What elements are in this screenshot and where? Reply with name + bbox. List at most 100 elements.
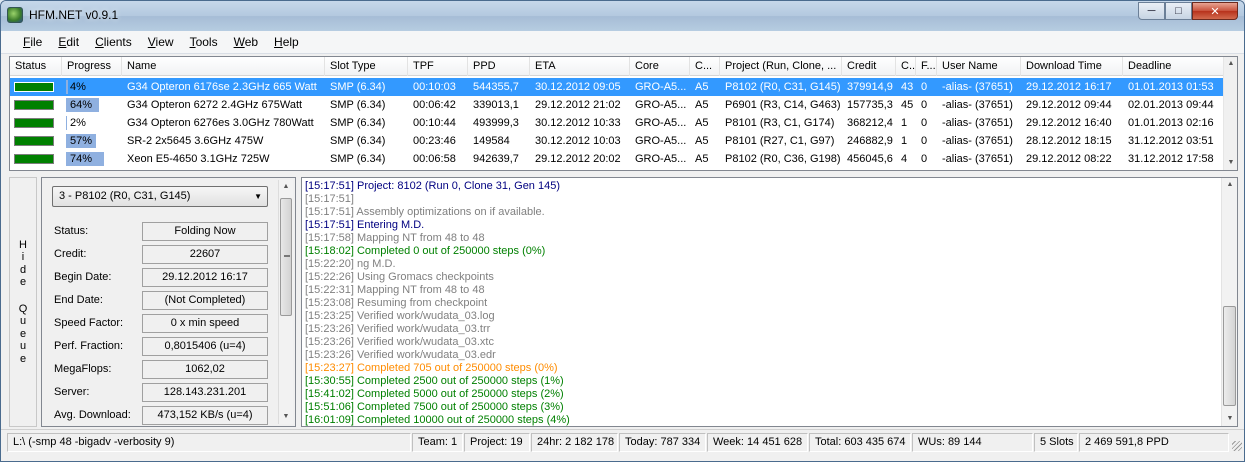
scroll-down-icon[interactable]: ▼ [1224, 156, 1237, 170]
column-header-7[interactable]: Core [630, 57, 690, 76]
status-today: Today: 787 334 [619, 433, 706, 452]
column-header-15[interactable]: Deadline [1123, 57, 1225, 76]
menu-bar: File Edit Clients View Tools Web Help [1, 31, 1244, 54]
cell-c: A5 [695, 81, 709, 93]
cell-core: GRO-A5... [635, 135, 687, 147]
progress-fill [66, 80, 68, 94]
queue-field-value: (Not Completed) [142, 291, 268, 310]
slots-grid: Status Progress Name Slot Type TPF PPD ETA Core… [9, 56, 1238, 171]
cell-user: -alias- (37651) [942, 153, 1013, 165]
column-header-0[interactable]: Status [10, 57, 62, 76]
log-line: [15:22:20] ng M.D. [305, 258, 396, 270]
menu-file[interactable]: File [15, 31, 50, 53]
window-title: HFM.NET v0.9.1 [29, 8, 119, 22]
cell-progress: 4% [62, 78, 122, 96]
scroll-down-icon[interactable]: ▼ [279, 410, 293, 424]
queue-field-value: 473,152 KB/s (u=4) [142, 406, 268, 425]
log-line: [15:17:51] Project: 8102 (Run 0, Clone 3… [305, 180, 560, 192]
column-header-4[interactable]: TPF [408, 57, 468, 76]
table-row[interactable]: 64% G34 Opteron 6272 2.4GHz 675Watt SMP (6… [10, 96, 1225, 114]
column-header-13[interactable]: User Name [937, 57, 1021, 76]
menu-view[interactable]: View [140, 31, 182, 53]
queue-scrollbar[interactable]: ▲ ▼ [278, 180, 293, 424]
column-header-14[interactable]: Download Time [1021, 57, 1123, 76]
table-row[interactable]: 4% G34 Opteron 6176se 2.3GHz 665 Watt SMP … [10, 78, 1225, 96]
column-header-12[interactable]: F... [916, 57, 937, 76]
queue-field-label: Begin Date: [54, 271, 112, 283]
column-header-1[interactable]: Progress [62, 57, 122, 76]
menu-tools[interactable]: Tools [182, 31, 226, 53]
scroll-up-icon[interactable]: ▲ [279, 180, 293, 194]
table-row[interactable]: 74% Xeon E5-4650 3.1GHz 725W SMP (6.34) 00:… [10, 150, 1225, 168]
cell-name: SR-2 2x5645 3.6GHz 475W [127, 135, 264, 147]
cell-credit: 379914,9 [847, 81, 893, 93]
queue-field: Avg. Download: 473,152 KB/s (u=4) [54, 406, 272, 425]
cell-f: 0 [921, 81, 928, 93]
column-header-8[interactable]: C... [690, 57, 720, 76]
cell-f: 0 [921, 135, 928, 147]
hide-queue-letter: e [19, 327, 27, 340]
scroll-up-icon[interactable]: ▲ [1223, 178, 1237, 192]
progress-text: 74% [70, 153, 93, 165]
app-window: HFM.NET v0.9.1 ─ □ ✕ File Edit Clients View… [0, 0, 1245, 462]
log-line: [15:23:26] Verified work/wudata_03.edr [305, 349, 496, 361]
scroll-down-icon[interactable]: ▼ [1223, 412, 1237, 426]
hide-queue-button[interactable]: HideQueue [9, 177, 37, 427]
scroll-thumb[interactable] [1223, 306, 1236, 406]
cell-status [10, 114, 62, 132]
cell-eta: 30.12.2012 09:05 [535, 81, 621, 93]
cell-status [10, 132, 62, 150]
table-row[interactable]: 57% SR-2 2x5645 3.6GHz 475W SMP (6.34) 00:2… [10, 132, 1225, 150]
scroll-up-icon[interactable]: ▲ [1224, 57, 1237, 71]
status-wus: WUs: 89 144 [912, 433, 1033, 452]
grid-scrollbar[interactable]: ▲ ▼ [1223, 57, 1237, 170]
cell-c2: 1 [901, 135, 908, 147]
menu-edit[interactable]: Edit [50, 31, 87, 53]
cell-name: G34 Opteron 6276es 3.0GHz 780Watt [127, 117, 314, 129]
log-viewer[interactable]: [15:17:51] Project: 8102 (Run 0, Clone 3… [301, 177, 1238, 427]
cell-progress: 64% [62, 96, 122, 114]
menu-help[interactable]: Help [266, 31, 307, 53]
resize-grip-icon[interactable] [1232, 441, 1242, 451]
column-header-11[interactable]: C... [896, 57, 916, 76]
window-controls: ─ □ ✕ [1138, 2, 1238, 20]
cell-tpf: 00:06:58 [413, 153, 456, 165]
queue-select[interactable]: 3 - P8102 (R0, C31, G145) ▼ [52, 186, 268, 207]
queue-select-value: 3 - P8102 (R0, C31, G145) [59, 190, 191, 202]
title-bar[interactable]: HFM.NET v0.9.1 ─ □ ✕ [1, 1, 1244, 31]
cell-c: A5 [695, 117, 709, 129]
menu-web[interactable]: Web [226, 31, 266, 53]
menu-clients[interactable]: Clients [87, 31, 140, 53]
cell-tpf: 00:23:46 [413, 135, 456, 147]
maximize-icon[interactable]: □ [1165, 2, 1192, 20]
cell-tpf: 00:10:44 [413, 117, 456, 129]
progress-bar: 74% [66, 152, 118, 166]
cell-eta: 30.12.2012 10:03 [535, 135, 621, 147]
queue-field: Status: Folding Now [54, 222, 272, 241]
log-scrollbar[interactable]: ▲ ▼ [1221, 178, 1237, 426]
cell-eta: 29.12.2012 20:02 [535, 153, 621, 165]
column-header-5[interactable]: PPD [468, 57, 530, 76]
table-row[interactable]: 2% G34 Opteron 6276es 3.0GHz 780Watt SMP (… [10, 114, 1225, 132]
log-line: [16:01:09] Completed 10000 out of 250000… [305, 414, 570, 426]
queue-field-label: Credit: [54, 248, 87, 260]
queue-field-value: 22607 [142, 245, 268, 264]
cell-credit: 246882,9 [847, 135, 893, 147]
cell-ppd: 544355,7 [473, 81, 519, 93]
column-header-6[interactable]: ETA [530, 57, 630, 76]
scroll-thumb[interactable] [280, 198, 292, 316]
cell-name: Xeon E5-4650 3.1GHz 725W [127, 153, 270, 165]
close-icon[interactable]: ✕ [1192, 2, 1238, 20]
cell-download: 29.12.2012 08:22 [1026, 153, 1112, 165]
log-line: [15:17:51] Entering M.D. [305, 219, 425, 231]
column-header-10[interactable]: Credit [842, 57, 896, 76]
status-ppd: 2 469 591,8 PPD [1079, 433, 1229, 452]
minimize-icon[interactable]: ─ [1138, 2, 1165, 20]
column-header-9[interactable]: Project (Run, Clone, ... [720, 57, 842, 76]
column-header-2[interactable]: Name [122, 57, 325, 76]
column-header-3[interactable]: Slot Type [325, 57, 408, 76]
cell-project: P8102 (R0, C31, G145) [725, 81, 841, 93]
cell-f: 0 [921, 117, 928, 129]
queue-field: Credit: 22607 [54, 245, 272, 264]
chevron-down-icon: ▼ [254, 192, 262, 201]
